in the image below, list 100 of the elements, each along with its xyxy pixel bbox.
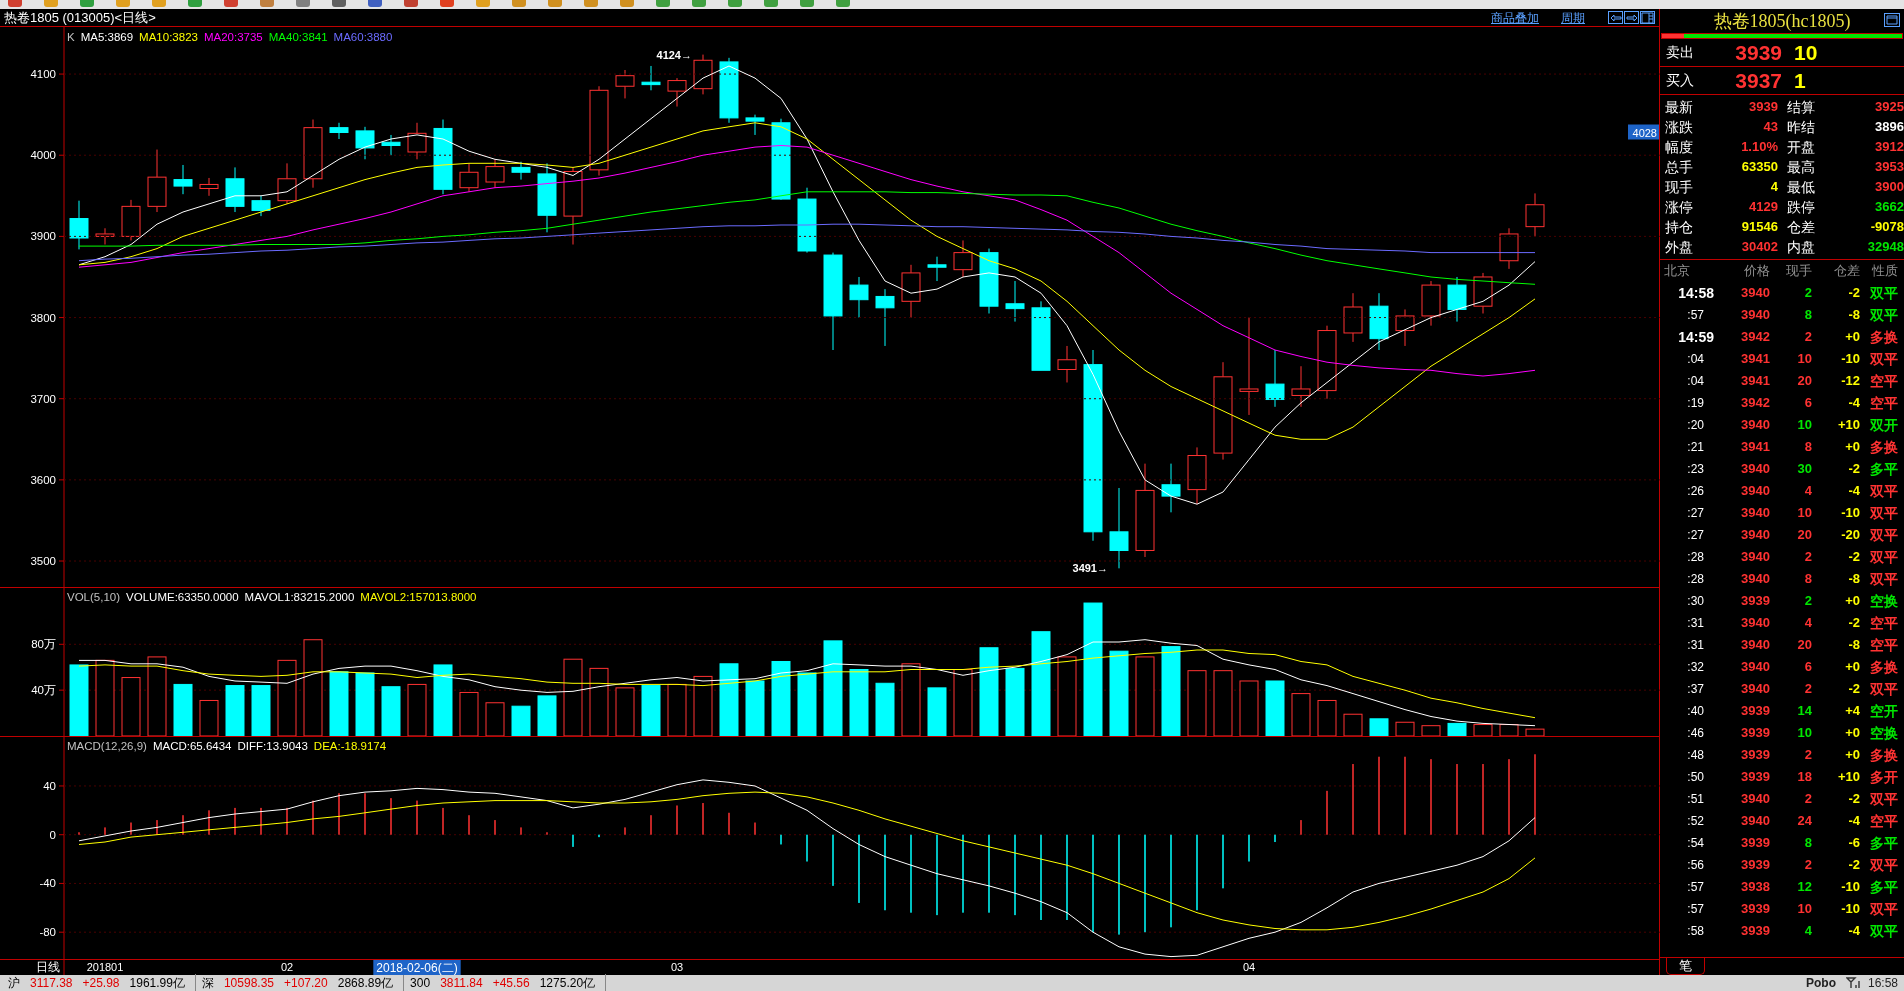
toolbar-icon[interactable] (620, 0, 634, 7)
volume-bar (1213, 670, 1233, 736)
volume-bar (1343, 713, 1363, 736)
maximize-button[interactable] (1884, 13, 1900, 27)
tick-time: :20 (1686, 417, 1705, 434)
tick-nature: 双平 (1869, 790, 1898, 809)
toolbar-icon[interactable] (692, 0, 706, 7)
stat-label: 最低 (1787, 178, 1816, 197)
price-note: 3491→ (1072, 562, 1108, 575)
volume-bar (953, 669, 973, 736)
tick-oi-change: -4 (1847, 812, 1860, 830)
toolbar-icon[interactable] (764, 0, 778, 7)
toolbar-icon[interactable] (548, 0, 562, 7)
tick-oi-change: -20 (1840, 526, 1860, 544)
index-quote-text: 2868.89亿 (337, 975, 394, 991)
tick-oi-change: -10 (1840, 504, 1860, 522)
volume-bar (797, 672, 817, 736)
axis-label: 0 (49, 828, 56, 841)
tick-volume: 2 (1803, 790, 1812, 808)
tick-price: 3940 (1740, 504, 1770, 522)
left-arrow-button[interactable] (1608, 11, 1623, 24)
period-label: 日线 (36, 960, 60, 974)
candlestick (927, 256, 947, 282)
toolbar-icon[interactable] (8, 0, 22, 7)
toolbar-icon[interactable] (44, 0, 58, 7)
tick-volume: 4 (1803, 922, 1812, 940)
tick-oi-change: +4 (1844, 702, 1860, 720)
tick-time: :57 (1686, 901, 1705, 918)
legend-item: DEA:-18.9174 (313, 739, 387, 754)
tick-oi-change: -6 (1847, 834, 1860, 852)
volume-bar (199, 699, 219, 736)
tick-oi-change: -2 (1847, 284, 1860, 302)
stat-label: 现手 (1665, 178, 1694, 197)
panel-layout-button[interactable] (1640, 11, 1655, 24)
tick-price: 3941 (1740, 372, 1770, 390)
toolbar-icon[interactable] (332, 0, 346, 7)
tick-time: :46 (1686, 725, 1705, 742)
candlestick (225, 166, 245, 213)
toolbar-icon[interactable] (368, 0, 382, 7)
toolbar-icon[interactable] (188, 0, 202, 7)
axis-label: 40万 (31, 684, 56, 697)
candlestick (641, 65, 661, 91)
header-link[interactable]: 商品叠加 (1491, 8, 1539, 27)
toolbar-icon[interactable] (80, 0, 94, 7)
tick-oi-change: +0 (1844, 746, 1860, 764)
volume-bar (927, 687, 947, 736)
column-header: 北京 (1664, 262, 1691, 280)
toolbar-icon[interactable] (728, 0, 742, 7)
stat-value: 1.10% (1740, 138, 1778, 156)
volume-bar (485, 702, 505, 736)
tick-time: :56 (1686, 857, 1705, 874)
ask-volume: 10 (1794, 39, 1818, 66)
toolbar-icon[interactable] (836, 0, 850, 7)
candlestick (1057, 345, 1077, 383)
header-link[interactable]: 周期 (1561, 8, 1585, 27)
tick-time: :26 (1686, 483, 1705, 500)
legend-item: MAVOL1:83215.2000 (244, 590, 355, 605)
stat-label: 跌停 (1787, 198, 1816, 217)
toolbar-icon[interactable] (656, 0, 670, 7)
volume-bar (875, 682, 895, 736)
right-arrow-button[interactable] (1624, 11, 1639, 24)
toolbar-icon[interactable] (260, 0, 274, 7)
tick-nature: 双平 (1869, 350, 1898, 369)
tick-time: :28 (1686, 571, 1705, 588)
legend-item: MACD(12,26,9) (67, 739, 147, 754)
tick-time: :50 (1686, 769, 1705, 786)
legend-item: K (67, 30, 75, 45)
tick-nature: 双开 (1869, 416, 1898, 435)
toolbar-icon[interactable] (296, 0, 310, 7)
toolbar-icon[interactable] (116, 0, 130, 7)
bid-volume: 1 (1794, 67, 1806, 94)
tick-nature: 双平 (1869, 482, 1898, 501)
tick-time: :48 (1686, 747, 1705, 764)
legend-item: MA10:3823 (139, 30, 198, 45)
candlestick (121, 199, 141, 241)
axis-label: 40 (43, 779, 56, 792)
tick-time: :04 (1686, 373, 1705, 390)
toolbar-icon[interactable] (800, 0, 814, 7)
stat-value: 43 (1762, 118, 1778, 136)
stat-label: 持仓 (1665, 218, 1694, 237)
volume-bar (667, 683, 687, 736)
toolbar-icon[interactable] (440, 0, 454, 7)
toolbar-icon[interactable] (152, 0, 166, 7)
tab[interactable]: 笔 (1666, 958, 1705, 975)
toolbar-icon[interactable] (224, 0, 238, 7)
toolbar-icon[interactable] (512, 0, 526, 7)
tick-time: :32 (1686, 659, 1705, 676)
tick-volume: 10 (1796, 416, 1812, 434)
candlestick (537, 162, 557, 233)
stat-value: 63350 (1740, 158, 1778, 176)
toolbar-icon[interactable] (584, 0, 598, 7)
tick-price: 3942 (1740, 394, 1770, 412)
legend-item: MAVOL2:157013.8000 (360, 590, 477, 605)
candlestick (719, 57, 739, 124)
tick-price: 3939 (1740, 900, 1770, 918)
volume-bar (329, 671, 349, 736)
tick-price: 3939 (1740, 856, 1770, 874)
stat-value: 30402 (1740, 238, 1778, 256)
toolbar-icon[interactable] (404, 0, 418, 7)
toolbar-icon[interactable] (476, 0, 490, 7)
